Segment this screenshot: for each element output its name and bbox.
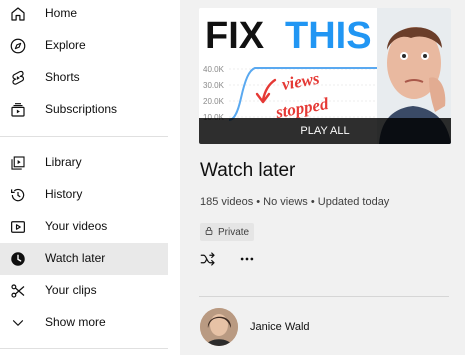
playlist-meta: 185 videos • No views • Updated today	[200, 196, 390, 208]
sidebar-item-label: Watch later	[45, 251, 106, 265]
clock-icon	[8, 249, 28, 269]
your-videos-icon	[8, 217, 28, 237]
thumbnail-axis-label: 30.0K	[203, 81, 225, 90]
sidebar-item-your-clips[interactable]: Your clips	[0, 275, 168, 307]
sidebar-item-explore[interactable]: Explore	[0, 30, 168, 62]
playlist-panel: FIX THIS 40.0K 30.0K 20.0K 10.0K views s…	[180, 0, 465, 355]
lock-icon	[204, 226, 214, 239]
compass-icon	[8, 36, 28, 56]
sidebar-item-label: Shorts	[45, 70, 80, 84]
home-icon	[8, 4, 28, 24]
play-all-label: PLAY ALL	[300, 125, 350, 137]
privacy-badge[interactable]: Private	[200, 223, 255, 241]
sidebar-divider	[0, 348, 168, 349]
sidebar-item-shorts[interactable]: Shorts	[0, 62, 168, 94]
more-horizontal-icon	[238, 250, 256, 273]
sidebar-divider	[0, 136, 168, 137]
sidebar-item-label: Your clips	[45, 283, 97, 297]
chevron-down-icon	[8, 313, 28, 333]
panel-divider	[199, 296, 449, 297]
sidebar-item-history[interactable]: History	[0, 179, 168, 211]
owner-name[interactable]: Janice Wald	[250, 321, 310, 333]
sidebar-item-label: Library	[45, 155, 82, 169]
shorts-icon	[8, 68, 28, 88]
library-icon	[8, 153, 28, 173]
shuffle-button[interactable]	[195, 248, 221, 274]
sidebar-item-watch-later[interactable]: Watch later	[0, 243, 168, 275]
thumbnail-axis-label: 40.0K	[203, 65, 225, 74]
sidebar: Home Explore Shorts Subscriptions Librar…	[0, 0, 168, 355]
play-all-button[interactable]: PLAY ALL	[199, 118, 451, 144]
playlist-owner[interactable]: Janice Wald	[200, 308, 310, 346]
sidebar-item-label: History	[45, 187, 83, 201]
sidebar-item-label: Home	[45, 6, 78, 20]
privacy-label: Private	[218, 226, 250, 238]
subscriptions-icon	[8, 100, 28, 120]
sidebar-item-subscriptions[interactable]: Subscriptions	[0, 94, 168, 126]
sidebar-item-label: Your videos	[45, 219, 108, 233]
history-icon	[8, 185, 28, 205]
thumbnail-headline-word2: THIS	[285, 15, 372, 57]
avatar[interactable]	[200, 308, 238, 346]
thumbnail-headline-word1: FIX	[205, 15, 265, 57]
shuffle-icon	[199, 250, 217, 273]
sidebar-item-label: Subscriptions	[45, 102, 118, 116]
sidebar-item-home[interactable]: Home	[0, 0, 168, 30]
playlist-title: Watch later	[200, 160, 296, 181]
sidebar-item-your-videos[interactable]: Your videos	[0, 211, 168, 243]
sidebar-item-show-more[interactable]: Show more	[0, 307, 168, 339]
sidebar-item-library[interactable]: Library	[0, 147, 168, 179]
thumbnail-axis-label: 20.0K	[203, 97, 225, 106]
sidebar-item-label: Show more	[45, 315, 106, 329]
scissors-icon	[8, 281, 28, 301]
more-actions-button[interactable]	[234, 248, 260, 274]
sidebar-item-label: Explore	[45, 38, 86, 52]
playlist-thumbnail[interactable]: FIX THIS 40.0K 30.0K 20.0K 10.0K views s…	[199, 8, 451, 144]
